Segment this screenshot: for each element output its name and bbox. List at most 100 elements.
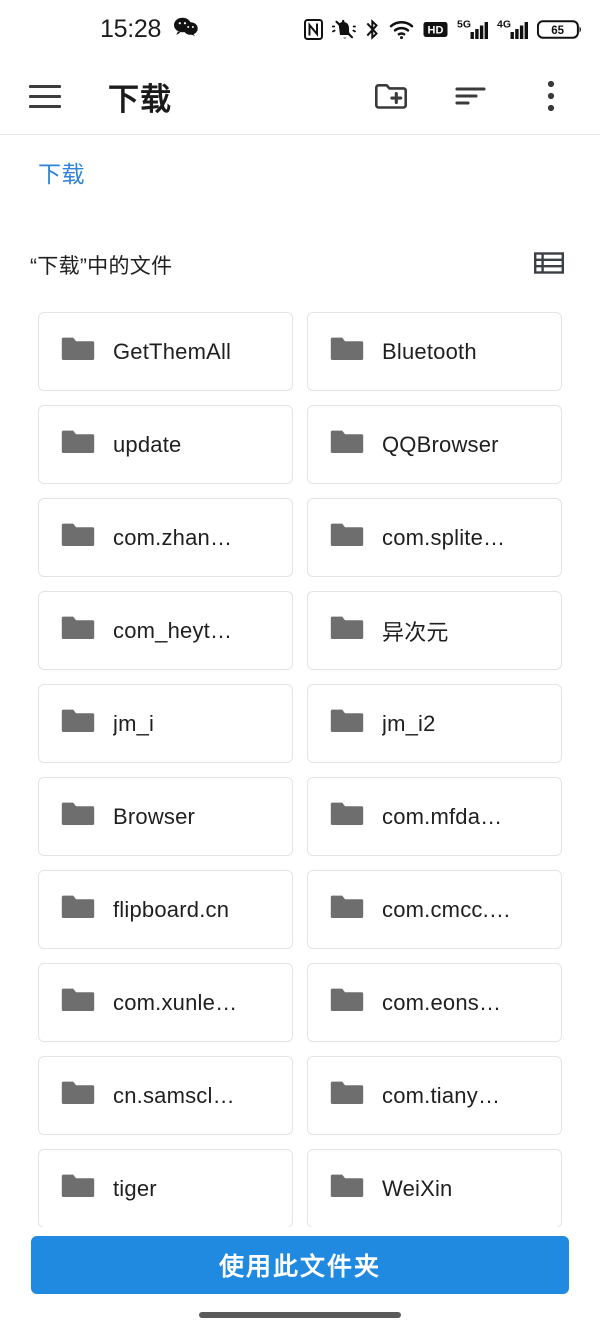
use-this-folder-button[interactable]: 使用此文件夹 — [31, 1236, 569, 1294]
home-gesture-bar[interactable] — [199, 1312, 401, 1318]
folder-card[interactable]: com.splite… — [307, 498, 562, 577]
breadcrumb: 下载 — [0, 136, 600, 208]
folder-icon — [61, 800, 95, 833]
folder-card[interactable]: com.xunle… — [38, 963, 293, 1042]
page-title: 下载 — [108, 81, 172, 117]
folder-card[interactable]: WeiXin — [307, 1149, 562, 1227]
folder-card[interactable]: com.eons… — [307, 963, 562, 1042]
folder-label: tiger — [113, 1175, 157, 1201]
folder-icon — [330, 893, 364, 926]
folder-grid-scroll-area[interactable]: GetThemAll Bluetooth update QQBrowser com.zh… — [0, 312, 600, 1227]
folder-label: com.splite… — [382, 524, 506, 550]
folder-icon — [330, 335, 364, 368]
folder-icon — [61, 986, 95, 1019]
breadcrumb-item-downloads[interactable]: 下载 — [38, 155, 85, 189]
svg-text:4G: 4G — [497, 19, 511, 31]
app-bar-actions — [370, 75, 600, 117]
hamburger-line — [29, 104, 61, 108]
folder-icon — [61, 707, 95, 740]
nfc-icon — [304, 18, 323, 40]
signal-5g-icon: 5G — [457, 18, 488, 40]
folder-card[interactable]: update — [38, 405, 293, 484]
file-picker-screen: 15:28 HD 5G 4G 65 下载 下载 “下载”中的文件 GetThem… — [0, 0, 600, 1320]
folder-card[interactable]: flipboard.cn — [38, 870, 293, 949]
signal-4g-icon: 4G — [497, 18, 528, 40]
hamburger-line — [29, 84, 61, 88]
folder-icon — [61, 1079, 95, 1112]
folder-icon — [61, 1172, 95, 1205]
bluetooth-icon — [365, 18, 380, 40]
sort-button[interactable] — [450, 75, 492, 117]
folder-icon — [330, 1172, 364, 1205]
folder-icon — [330, 1079, 364, 1112]
folder-icon — [61, 521, 95, 554]
folder-label: QQBrowser — [382, 431, 499, 457]
folder-icon — [61, 428, 95, 461]
folder-card[interactable]: GetThemAll — [38, 312, 293, 391]
folder-card[interactable]: com.zhan… — [38, 498, 293, 577]
folder-label: cn.samscl… — [113, 1082, 235, 1108]
overflow-menu-button[interactable] — [530, 75, 572, 117]
folder-icon — [330, 428, 364, 461]
folder-grid: GetThemAll Bluetooth update QQBrowser com.zh… — [0, 312, 600, 1227]
folder-card[interactable]: tiger — [38, 1149, 293, 1227]
folder-label: GetThemAll — [113, 338, 232, 364]
hamburger-icon[interactable] — [18, 69, 72, 123]
folder-label: update — [113, 431, 182, 457]
folder-label: com.xunle… — [113, 989, 238, 1015]
folder-label: jm_i — [113, 710, 155, 736]
folder-label: jm_i2 — [382, 710, 436, 736]
wifi-icon — [389, 19, 414, 40]
folder-icon — [330, 800, 364, 833]
battery-icon: 65 — [537, 18, 582, 41]
folder-label: com.zhan… — [113, 524, 233, 550]
folder-label: Bluetooth — [382, 338, 477, 364]
folder-card[interactable]: com_heyt… — [38, 591, 293, 670]
status-bar: 15:28 HD 5G 4G 65 — [0, 0, 600, 58]
folder-card[interactable]: Browser — [38, 777, 293, 856]
status-bar-left: 15:28 — [100, 15, 198, 44]
svg-text:HD: HD — [428, 24, 444, 36]
folder-label: com.mfda… — [382, 803, 503, 829]
folder-icon — [61, 893, 95, 926]
wechat-icon — [174, 17, 198, 41]
mute-bell-icon — [332, 19, 356, 40]
folder-icon — [61, 335, 95, 368]
section-title: “下载”中的文件 — [30, 255, 173, 278]
battery-level-text: 65 — [551, 24, 564, 36]
folder-label: com_heyt… — [113, 617, 233, 643]
folder-card[interactable]: jm_i — [38, 684, 293, 763]
status-bar-clock: 15:28 — [100, 14, 162, 43]
folder-card[interactable]: com.mfda… — [307, 777, 562, 856]
folder-icon — [330, 521, 364, 554]
folder-card[interactable]: com.tiany… — [307, 1056, 562, 1135]
folder-label: com.eons… — [382, 989, 502, 1015]
folder-card[interactable]: Bluetooth — [307, 312, 562, 391]
folder-card[interactable]: jm_i2 — [307, 684, 562, 763]
folder-label: Browser — [113, 803, 196, 829]
status-bar-right: HD 5G 4G 65 — [304, 18, 582, 41]
view-toggle-button[interactable] — [528, 244, 570, 286]
hd-voice-icon: HD — [423, 20, 448, 39]
folder-card[interactable]: cn.samscl… — [38, 1056, 293, 1135]
folder-label: WeiXin — [382, 1175, 453, 1201]
folder-icon — [330, 986, 364, 1019]
sort-icon — [454, 82, 488, 110]
folder-label: com.cmcc.… — [382, 896, 512, 922]
folder-card[interactable]: 异次元 — [307, 591, 562, 670]
folder-card[interactable]: QQBrowser — [307, 405, 562, 484]
folder-icon — [61, 614, 95, 647]
folder-label: com.tiany… — [382, 1082, 501, 1108]
list-view-icon — [534, 250, 565, 281]
folder-label: flipboard.cn — [113, 896, 230, 922]
app-bar: 下载 — [0, 58, 600, 135]
section-header: “下载”中的文件 — [0, 236, 600, 294]
folder-card[interactable]: com.cmcc.… — [307, 870, 562, 949]
more-vertical-icon — [546, 79, 556, 113]
svg-text:5G: 5G — [457, 19, 471, 31]
folder-icon — [330, 707, 364, 740]
bottom-action-bar: 使用此文件夹 — [0, 1227, 600, 1320]
hamburger-line — [29, 94, 61, 98]
new-folder-button[interactable] — [370, 75, 412, 117]
folder-icon — [330, 614, 364, 647]
